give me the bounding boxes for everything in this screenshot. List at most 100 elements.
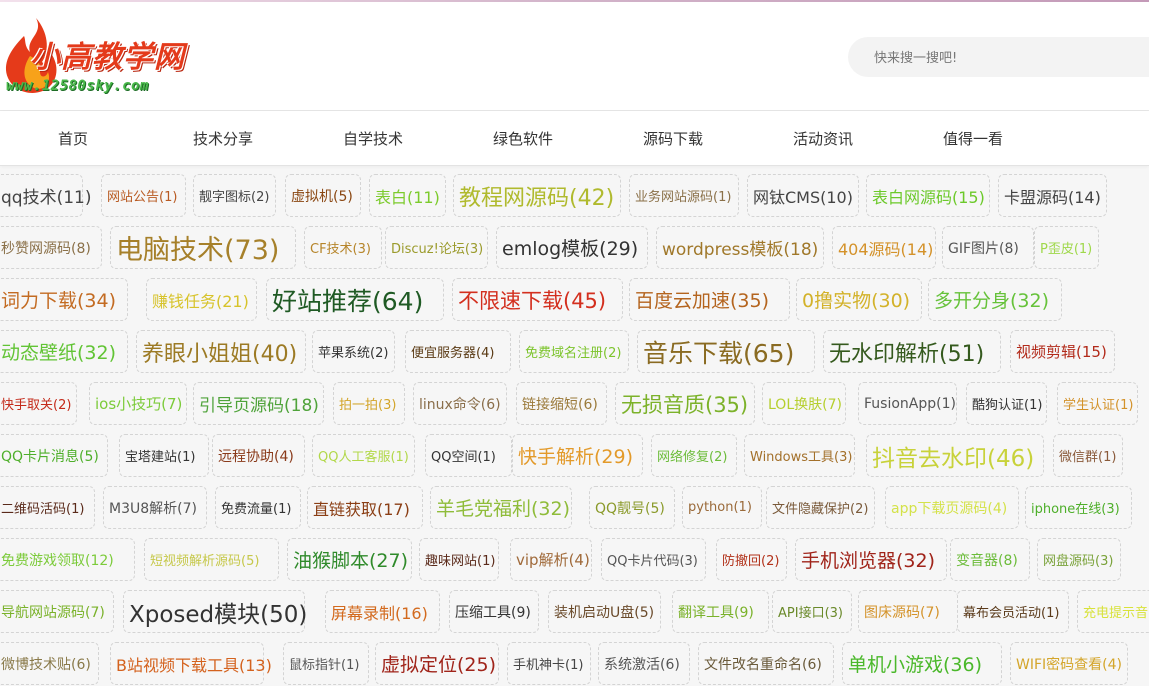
tag-item[interactable]: 视频剪辑(15) <box>1010 330 1115 373</box>
tag-item[interactable]: B站视频下载工具(13) <box>110 642 272 685</box>
tag-item[interactable]: GIF图片(8) <box>942 226 1034 269</box>
tag-item[interactable]: 学生认证(1) <box>1057 382 1138 425</box>
tag-item[interactable]: 赚钱任务(21) <box>146 278 257 321</box>
tag-item[interactable]: app下载页源码(4) <box>885 486 1019 529</box>
tag-item[interactable]: QQ空间(1) <box>425 434 512 477</box>
tag-item[interactable]: 多开分身(32) <box>928 278 1062 321</box>
tag-item[interactable]: 无水印解析(51) <box>823 330 1001 373</box>
tag-item[interactable]: 免费游戏领取(12) <box>0 538 135 581</box>
tag-item[interactable]: 虚拟定位(25) <box>375 642 499 685</box>
tag-item[interactable]: 快手取关(2) <box>0 382 77 425</box>
tag-item[interactable]: CF技术(3) <box>304 226 382 269</box>
tag-item[interactable]: 表白网源码(15) <box>866 174 990 217</box>
tag-item[interactable]: emlog模板(29) <box>496 226 648 269</box>
tag-item[interactable]: 图床源码(7) <box>858 590 958 633</box>
tag-item[interactable]: linux命令(6) <box>413 382 507 425</box>
nav-green-soft[interactable]: 绿色软件 <box>448 128 598 149</box>
tag-item[interactable]: 免费域名注册(2) <box>519 330 629 373</box>
tag-item[interactable]: 0撸实物(30) <box>796 278 922 321</box>
tag-item[interactable]: 翻译工具(9) <box>672 590 769 633</box>
tag-item[interactable]: 好站推荐(64) <box>266 278 444 321</box>
tag-item[interactable]: 导航网站源码(7) <box>0 590 114 633</box>
tag-item[interactable]: QQ卡片消息(5) <box>0 434 108 477</box>
tag-item[interactable]: 无损音质(35) <box>615 382 755 425</box>
tag-item[interactable]: 业务网站源码(1) <box>629 174 739 217</box>
tag-item[interactable]: 直链获取(17) <box>307 486 423 529</box>
nav-worth-seeing[interactable]: 值得一看 <box>898 128 1048 149</box>
tag-item[interactable]: 幕布会员活动(1) <box>957 590 1069 633</box>
tag-item[interactable]: P歪皮(1) <box>1034 226 1099 269</box>
tag-item[interactable]: 快手解析(29) <box>512 434 643 477</box>
nav-source-code[interactable]: 源码下载 <box>598 128 748 149</box>
tag-item[interactable]: python(1) <box>682 486 762 529</box>
nav-events[interactable]: 活动资讯 <box>748 128 898 149</box>
tag-item[interactable]: wordpress模板(18) <box>656 226 824 269</box>
tag-item[interactable]: 二维码活码(1) <box>0 486 95 529</box>
tag-item[interactable]: 词力下载(34) <box>0 278 128 321</box>
tag-item[interactable]: 压缩工具(9) <box>449 590 539 633</box>
tag-item[interactable]: 文件隐藏保护(2) <box>766 486 875 529</box>
tag-item[interactable]: ios小技巧(7) <box>89 382 187 425</box>
tag-item[interactable]: 充电提示音 <box>1077 590 1149 633</box>
tag-item[interactable]: 屏幕录制(16) <box>325 590 440 633</box>
tag-item[interactable]: 网络修复(2) <box>651 434 737 477</box>
tag-item[interactable]: 引导页源码(18) <box>193 382 324 425</box>
tag-item[interactable]: 动态壁纸(32) <box>0 330 128 373</box>
tag-item[interactable]: 抖音去水印(46) <box>866 434 1044 477</box>
tag-item[interactable]: 秒赞网源码(8) <box>0 226 102 269</box>
tag-item[interactable]: 不限速下载(45) <box>452 278 623 321</box>
tag-item[interactable]: LOL换肤(7) <box>762 382 846 425</box>
tag-item[interactable]: iphone在线(3) <box>1025 486 1132 529</box>
tag-item[interactable]: 网钛CMS(10) <box>747 174 859 217</box>
tag-item[interactable]: vip解析(4) <box>510 538 592 581</box>
tag-item[interactable]: 便宜服务器(4) <box>405 330 511 373</box>
tag-item[interactable]: 靓字图标(2) <box>193 174 276 217</box>
tag-item[interactable]: M3U8解析(7) <box>103 486 207 529</box>
tag-item[interactable]: 羊毛党福利(32) <box>430 486 572 529</box>
tag-item[interactable]: 油猴脚本(27) <box>287 538 412 581</box>
tag-item[interactable]: 文件改名重命名(6) <box>698 642 834 685</box>
tag-item[interactable]: 虚拟机(5) <box>285 174 361 217</box>
site-logo[interactable]: 小高教学网 www.12580sky.com <box>0 10 200 102</box>
tag-item[interactable]: 苹果系统(2) <box>312 330 395 373</box>
tag-item[interactable]: 单机小游戏(36) <box>842 642 1002 685</box>
tag-item[interactable]: 教程网源码(42) <box>453 174 621 217</box>
tag-item[interactable]: 养眼小姐姐(40) <box>136 330 306 373</box>
tag-item[interactable]: 微博技术贴(6) <box>0 642 99 685</box>
tag-item[interactable]: Discuz!论坛(3) <box>385 226 488 269</box>
nav-self-study[interactable]: 自学技术 <box>298 128 448 149</box>
tag-item[interactable]: 变音器(8) <box>950 538 1030 581</box>
tag-item[interactable]: 短视频解析源码(5) <box>144 538 279 581</box>
tag-item[interactable]: 链接缩短(6) <box>516 382 607 425</box>
search-box[interactable] <box>848 37 1149 77</box>
tag-item[interactable]: QQ靓号(5) <box>589 486 675 529</box>
tag-item[interactable]: QQ卡片代码(3) <box>601 538 706 581</box>
tag-item[interactable]: 酷狗认证(1) <box>966 382 1047 425</box>
tag-item[interactable]: 宝塔建站(1) <box>119 434 209 477</box>
tag-item[interactable]: 卡盟源码(14) <box>998 174 1107 217</box>
search-input[interactable] <box>872 47 1136 69</box>
tag-item[interactable]: qq技术(11) <box>0 174 91 217</box>
tag-item[interactable]: 免费流量(1) <box>215 486 301 529</box>
tag-item[interactable]: Windows工具(3) <box>744 434 855 477</box>
tag-item[interactable]: 表白(11) <box>369 174 446 217</box>
tag-item[interactable]: 手机浏览器(32) <box>795 538 947 581</box>
nav-home[interactable]: 首页 <box>0 128 148 149</box>
tag-item[interactable]: 远程协助(4) <box>212 434 305 477</box>
tag-item[interactable]: 网站公告(1) <box>101 174 186 217</box>
tag-item[interactable]: WIFI密码查看(4) <box>1010 642 1128 685</box>
nav-tech-share[interactable]: 技术分享 <box>148 128 298 149</box>
tag-item[interactable]: 鼠标指针(1) <box>283 642 369 685</box>
tag-item[interactable]: 微信群(1) <box>1053 434 1123 477</box>
tag-item[interactable]: 趣味网站(1) <box>419 538 499 581</box>
tag-item[interactable]: 系统激活(6) <box>598 642 690 685</box>
tag-item[interactable]: 防撤回(2) <box>716 538 787 581</box>
tag-item[interactable]: 手机神卡(1) <box>507 642 591 685</box>
tag-item[interactable]: 装机启动U盘(5) <box>548 590 661 633</box>
tag-item[interactable]: 百度云加速(35) <box>629 278 790 321</box>
tag-item[interactable]: FusionApp(1) <box>858 382 957 425</box>
tag-item[interactable]: QQ人工客服(1) <box>312 434 415 477</box>
tag-item[interactable]: 音乐下载(65) <box>637 330 815 373</box>
tag-item[interactable]: 404源码(14) <box>832 226 936 269</box>
tag-item[interactable]: 拍一拍(3) <box>333 382 405 425</box>
